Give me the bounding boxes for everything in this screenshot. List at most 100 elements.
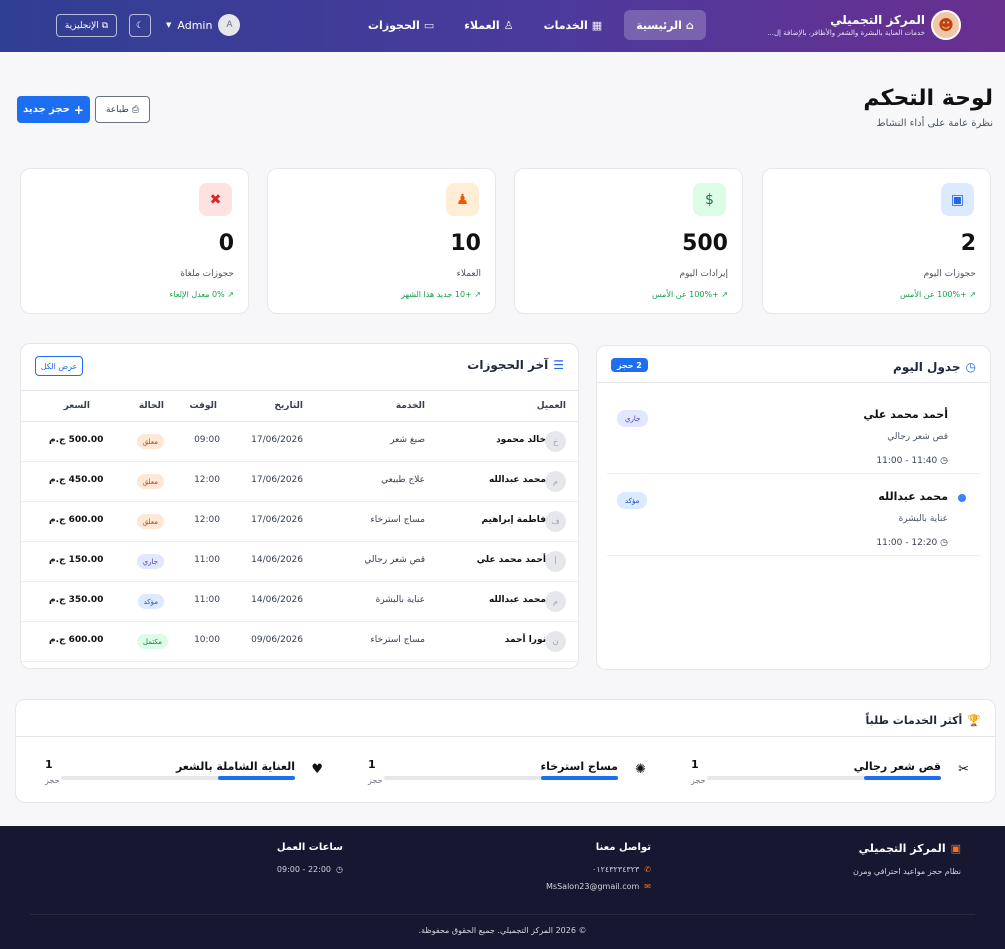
- service-stat[interactable]: ✂ قص شعر رجالي 1 حجز: [675, 752, 985, 792]
- client-avatar: ف: [545, 511, 566, 532]
- money-icon: $: [693, 183, 726, 216]
- recent-bookings-header: ☰ آخر الحجوزات: [467, 358, 564, 372]
- theme-toggle-button[interactable]: ☾: [129, 14, 151, 37]
- today-schedule-card: ◷ جدول اليوم 2 حجز أحمد محمد علي قص شعر …: [596, 345, 991, 670]
- client-name: نورا أحمد: [504, 635, 546, 645]
- nav-link-label: الخدمات: [543, 18, 588, 32]
- price-cell: 150.00 ج.م: [49, 555, 104, 565]
- stat-trend: ↗ +100% عن الأمس: [651, 290, 728, 299]
- schedule-item[interactable]: أحمد محمد علي قص شعر رجالي ◷ 11:40 - 11:…: [607, 392, 980, 474]
- client-avatar: أ: [545, 551, 566, 572]
- scissors-icon: ✂: [958, 762, 969, 777]
- language-icon: ⧉: [101, 20, 109, 31]
- mail-icon: ✉: [644, 882, 651, 891]
- table-row[interactable]: أ أحمد محمد علي قص شعر رجالي 14/06/2026 …: [21, 542, 578, 582]
- column-header[interactable]: الوقت: [189, 401, 217, 411]
- schedule-service: عناية بالبشرة: [898, 514, 948, 524]
- stat-value: 10: [450, 231, 481, 256]
- printer-icon: ⎙: [131, 104, 140, 115]
- status-badge: مؤكد: [137, 594, 164, 609]
- language-button[interactable]: ⧉ الإنجليزية: [56, 14, 117, 37]
- schedule-client-name: أحمد محمد علي: [863, 408, 948, 421]
- status-badge: مؤكد: [617, 492, 648, 509]
- footer-hours: ساعات العمل ◷ 22:00 - 09:00: [277, 842, 343, 874]
- brand-name: المركز التجميلي: [830, 13, 925, 27]
- status-badge: معلق: [136, 514, 164, 529]
- service-unit: حجز: [691, 776, 706, 785]
- contact-title: تواصل معنا: [595, 842, 651, 853]
- new-booking-button[interactable]: + حجز جديد: [17, 96, 90, 123]
- trend-up-icon: ↗: [966, 290, 976, 299]
- client-name: محمد عبدالله: [488, 595, 546, 605]
- page-title: لوحة التحكم: [863, 86, 993, 111]
- trophy-icon: 🏆: [967, 714, 981, 727]
- nav-link-home[interactable]: ⌂ الرئيسية: [624, 10, 706, 40]
- user-name: Admin: [177, 18, 213, 32]
- date-cell: 09/06/2026: [251, 635, 303, 645]
- column-header[interactable]: السعر: [64, 401, 90, 411]
- stat-value: 2: [960, 231, 976, 256]
- table-row[interactable]: خ خالد محمود صبغ شعر 17/06/2026 09:00 مع…: [21, 422, 578, 462]
- print-button[interactable]: ⎙ طباعة: [95, 96, 150, 123]
- avatar: A: [218, 14, 241, 36]
- service-unit: حجز: [45, 776, 60, 785]
- service-name: قص شعر رجالي: [853, 760, 941, 773]
- plus-icon: +: [73, 102, 84, 117]
- schedule-time: ◷ 11:40 - 11:00: [876, 456, 948, 466]
- stat-trend: ↗ +10 جديد هذا الشهر: [401, 290, 481, 299]
- stat-card-today-bookings: ▣ 2 حجوزات اليوم ↗ +100% عن الأمس: [762, 168, 991, 314]
- status-badge: معلق: [136, 434, 164, 449]
- client-name: خالد محمود: [496, 435, 546, 445]
- stat-trend: ↗ 0% معدل الإلغاء: [169, 290, 234, 299]
- nav-link-services[interactable]: ▦ الخدمات: [536, 10, 611, 40]
- user-menu[interactable]: A Admin ▼: [166, 14, 241, 36]
- table-row[interactable]: ن نورا أحمد مساج استرخاء 09/06/2026 10:0…: [21, 622, 578, 662]
- status-badge: مكتمل: [136, 634, 168, 649]
- date-cell: 14/06/2026: [251, 555, 303, 565]
- brand-logo: ☻: [931, 10, 961, 40]
- service-cell: عناية بالبشرة: [375, 595, 425, 605]
- stat-label: حجوزات اليوم: [923, 269, 976, 279]
- nav-link-label: الحجوزات: [368, 18, 420, 32]
- service-unit: حجز: [368, 776, 383, 785]
- brand[interactable]: ☻ المركز التجميلي خدمات العناية بالبشرة …: [767, 10, 961, 40]
- stat-card-cancelled: ✖ 0 حجوزات ملغاة ↗ 0% معدل الإلغاء: [20, 168, 249, 314]
- service-progress-bar: [61, 776, 295, 780]
- footer-email[interactable]: ✉ MsSalon23@gmail.com: [546, 882, 651, 891]
- top-services-title: أكثر الخدمات طلباً: [865, 714, 963, 727]
- time-cell: 11:00: [194, 555, 220, 565]
- users-icon: ♙: [503, 18, 514, 32]
- calendar-icon: ▭: [423, 18, 435, 32]
- status-badge: جاري: [617, 410, 649, 427]
- nav-link-clients[interactable]: ♙ العملاء: [456, 10, 521, 40]
- column-header[interactable]: الخدمة: [396, 401, 425, 411]
- footer-phone[interactable]: ✆ ٠١٢٤٣٢٣٤٣٢٣: [546, 865, 651, 874]
- column-header[interactable]: الحالة: [139, 401, 164, 411]
- top-services-card: 🏆 أكثر الخدمات طلباً ✂ قص شعر رجالي 1 حج…: [15, 699, 996, 803]
- recent-bookings-title: آخر الحجوزات: [467, 358, 549, 372]
- service-name: مساج استرخاء: [540, 760, 619, 773]
- nav-link-bookings[interactable]: ▭ الحجوزات: [360, 10, 442, 40]
- trend-up-icon: ↗: [224, 290, 234, 299]
- schedule-service: قص شعر رجالي: [887, 432, 948, 442]
- users-icon: ♟: [446, 183, 479, 216]
- table-row[interactable]: م محمد عبدالله عناية بالبشرة 14/06/2026 …: [21, 582, 578, 622]
- grid-icon: ▦: [591, 18, 603, 32]
- service-cell: صبغ شعر: [390, 435, 425, 445]
- new-booking-label: حجز جديد: [23, 104, 70, 115]
- table-row[interactable]: م محمد عبدالله علاج طبيعي 17/06/2026 12:…: [21, 462, 578, 502]
- client-avatar: ن: [545, 631, 566, 652]
- service-stat[interactable]: ✺ مساج استرخاء 1 حجز: [352, 752, 662, 792]
- column-header[interactable]: التاريخ: [274, 401, 303, 411]
- column-header[interactable]: العميل: [537, 401, 566, 411]
- view-all-button[interactable]: عرض الكل: [35, 356, 83, 376]
- table-row[interactable]: ف فاطمة إبراهيم مساج استرخاء 17/06/2026 …: [21, 502, 578, 542]
- service-count: 1: [368, 758, 376, 771]
- time-cell: 09:00: [194, 435, 220, 445]
- schedule-client-name: محمد عبدالله: [878, 490, 948, 503]
- service-stat[interactable]: ♥ العناية الشاملة بالشعر 1 حجز: [29, 752, 339, 792]
- client-name: أحمد محمد علي: [476, 555, 546, 565]
- schedule-item[interactable]: محمد عبدالله عناية بالبشرة ◷ 12:20 - 11:…: [607, 474, 980, 556]
- price-cell: 350.00 ج.م: [49, 595, 104, 605]
- list-icon: ☰: [553, 358, 564, 372]
